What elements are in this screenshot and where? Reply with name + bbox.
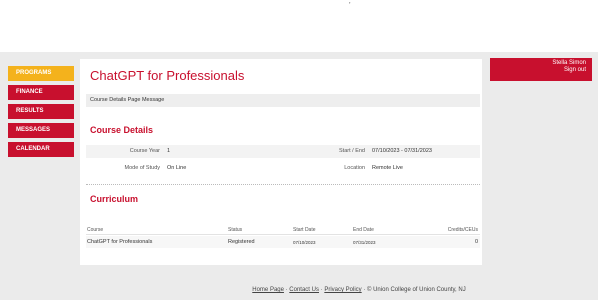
mode-label: Mode of Study: [124, 165, 160, 171]
section-divider: [86, 184, 480, 185]
detail-row-1: Course Year 1 Start / End 07/10/2023 - 0…: [86, 145, 480, 158]
footer-contact-link[interactable]: Contact Us: [289, 287, 319, 293]
footer-home-link[interactable]: Home Page: [252, 287, 284, 293]
mode-value: On Line: [167, 165, 187, 171]
cell-course: ChatGPT for Professionals: [87, 239, 153, 245]
table-header-divider: [86, 234, 480, 235]
course-year-label: Course Year: [129, 148, 160, 154]
main-panel: ChatGPT for Professionals Course Details…: [80, 59, 482, 265]
nav-item-calendar[interactable]: CALENDAR: [8, 142, 74, 157]
header-mark: ’: [349, 2, 351, 9]
cell-start-date: 07/10/2023: [293, 240, 316, 245]
col-header-credits: Credits/CEUs: [447, 227, 478, 233]
page-title: ChatGPT for Professionals: [90, 68, 245, 83]
course-year-value: 1: [167, 148, 171, 154]
user-panel: Stella Simon Sign out: [490, 58, 592, 81]
nav-item-finance[interactable]: FINANCE: [8, 85, 74, 100]
cell-status: Registered: [228, 239, 255, 245]
detail-row-2: Mode of Study On Line Location Remote Li…: [86, 162, 480, 175]
location-value: Remote Live: [372, 165, 403, 171]
footer-privacy-link[interactable]: Privacy Policy: [324, 287, 361, 293]
cell-end-date: 07/31/2023: [353, 240, 376, 245]
col-header-end-date: End Date: [353, 227, 374, 233]
col-header-course: Course: [87, 227, 104, 233]
footer-copyright: © Union College of Union County, NJ: [367, 287, 466, 293]
location-label: Location: [344, 165, 365, 171]
page-message: Course Details Page Message: [86, 94, 480, 107]
start-end-value: 07/10/2023 - 07/31/2023: [372, 148, 432, 154]
start-end-label: Start / End: [339, 148, 365, 154]
nav-item-programs[interactable]: PROGRAMS: [8, 66, 74, 81]
nav-item-results[interactable]: RESULTS: [8, 104, 74, 119]
course-details-heading: Course Details: [90, 125, 154, 135]
nav-item-messages[interactable]: MESSAGES: [8, 123, 74, 138]
footer: Home Page · Contact Us · Privacy Policy …: [0, 287, 598, 293]
sign-out-link[interactable]: Sign out: [490, 67, 586, 74]
col-header-status: Status: [228, 227, 243, 233]
curriculum-heading: Curriculum: [90, 194, 139, 204]
cell-credits: 0: [474, 239, 478, 245]
top-header: ’: [0, 0, 598, 52]
col-header-start-date: Start Date: [293, 227, 316, 233]
sidebar-nav: PROGRAMS FINANCE RESULTS MESSAGES CALEND…: [8, 66, 74, 161]
user-name: Stella Simon: [552, 60, 586, 66]
